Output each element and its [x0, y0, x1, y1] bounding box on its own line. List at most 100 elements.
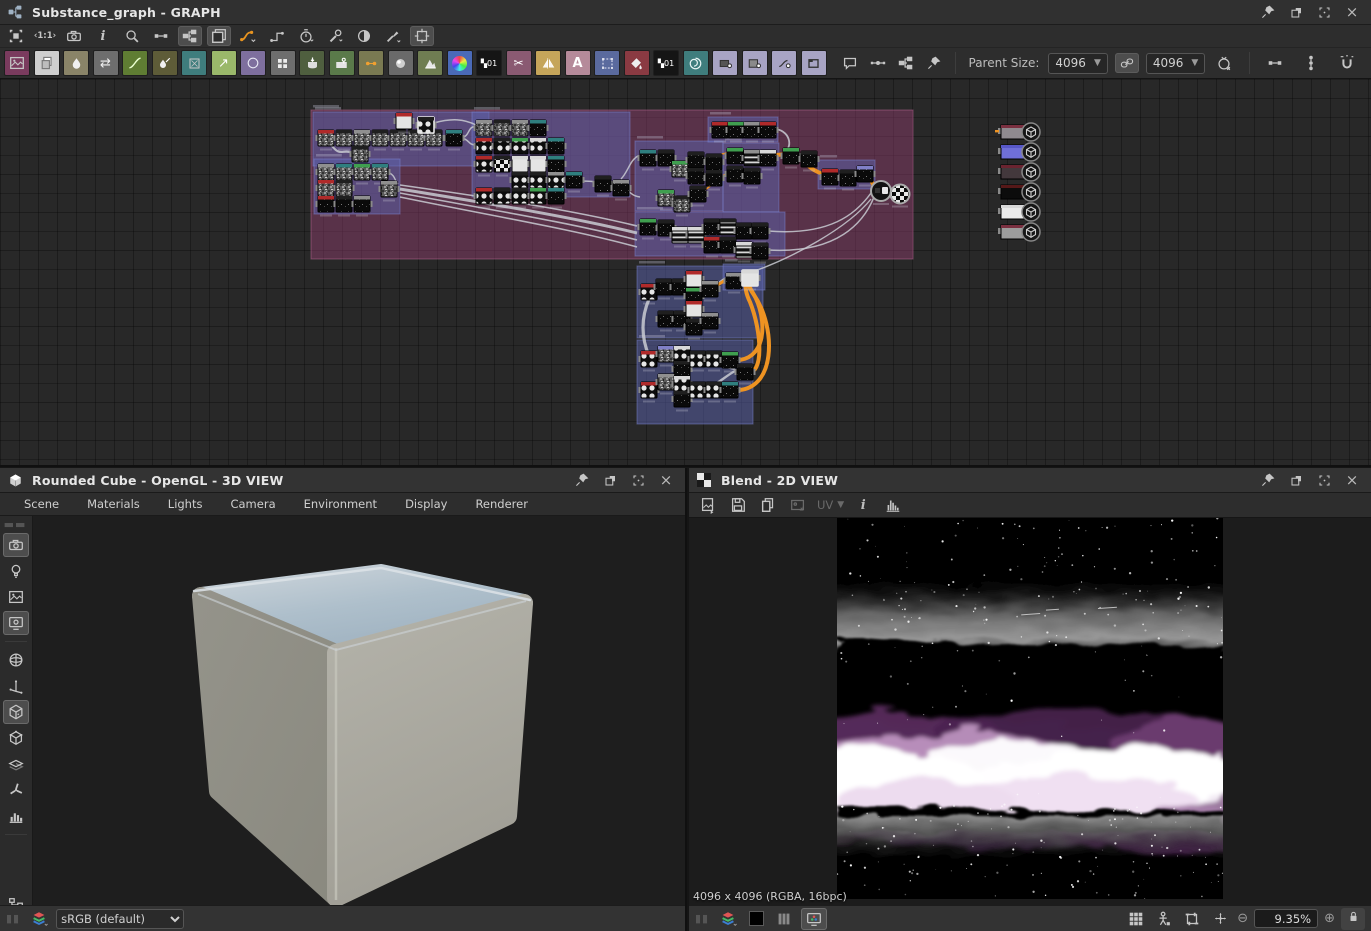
- geometry-axis-icon[interactable]: [3, 674, 29, 698]
- environment-tool-icon[interactable]: [3, 585, 29, 609]
- geometry-cube-icon[interactable]: [3, 726, 29, 750]
- geometry-plane-icon[interactable]: [3, 752, 29, 776]
- grid-snap-icon[interactable]: [410, 26, 434, 46]
- float-window-icon[interactable]: [1287, 471, 1305, 489]
- graph-node[interactable]: [750, 243, 771, 264]
- tiling-mode-icon[interactable]: [1125, 908, 1147, 930]
- display-rgb-icon[interactable]: [801, 908, 827, 930]
- geometry-sphere-icon[interactable]: [3, 648, 29, 672]
- reset-size-icon[interactable]: [1212, 53, 1236, 73]
- node-blur-icon[interactable]: [63, 50, 89, 76]
- node-dot-icon[interactable]: [358, 50, 384, 76]
- view2d-viewport[interactable]: 4096 x 4096 (RGBA, 16bpc): [689, 518, 1371, 905]
- actual-size-icon[interactable]: ‹1:1›: [33, 26, 57, 46]
- node-info-icon[interactable]: i: [91, 26, 115, 46]
- node-swirl-icon[interactable]: [683, 50, 709, 76]
- pan-view-icon[interactable]: [1209, 908, 1231, 930]
- save-image-icon[interactable]: [727, 494, 749, 516]
- histogram-icon[interactable]: [882, 494, 904, 516]
- physical-size-icon[interactable]: [1153, 908, 1175, 930]
- zoom-level-input[interactable]: [1254, 909, 1318, 928]
- node-spline-icon[interactable]: ✂: [506, 50, 532, 76]
- geometry-stats-icon[interactable]: [3, 804, 29, 828]
- light-tool-icon[interactable]: [3, 559, 29, 583]
- camera-tool-icon[interactable]: [3, 533, 29, 557]
- close-icon[interactable]: ×: [1343, 471, 1361, 489]
- node-transform-icon[interactable]: [181, 50, 207, 76]
- search-icon[interactable]: [120, 26, 144, 46]
- node-hsl-icon[interactable]: [447, 50, 473, 76]
- node-sphere-icon[interactable]: [388, 50, 414, 76]
- geometry-rounded-cube-icon[interactable]: [3, 700, 29, 724]
- channels-layers-icon[interactable]: [717, 908, 739, 930]
- colorspace-layers-icon[interactable]: [28, 908, 50, 930]
- fit-view-icon[interactable]: [1181, 908, 1203, 930]
- tools-icon[interactable]: [323, 26, 347, 46]
- zoom-lock-button[interactable]: [1341, 908, 1365, 930]
- info-icon[interactable]: i: [852, 494, 874, 516]
- node-curve-icon[interactable]: [122, 50, 148, 76]
- node-bitmap-icon[interactable]: [4, 50, 30, 76]
- menu-camera[interactable]: Camera: [216, 493, 289, 515]
- screenshot-icon[interactable]: [62, 26, 86, 46]
- timings-icon[interactable]: [294, 26, 318, 46]
- node-shape-icon[interactable]: [240, 50, 266, 76]
- node-flood-fill-icon[interactable]: [624, 50, 650, 76]
- elbow-connection-icon[interactable]: [265, 26, 289, 46]
- pin-icon[interactable]: [573, 471, 591, 489]
- node-tile-icon[interactable]: [270, 50, 296, 76]
- comment-icon[interactable]: [838, 51, 862, 75]
- parent-height-dropdown[interactable]: 4096▼: [1146, 53, 1205, 74]
- node-color-picker-icon[interactable]: [742, 50, 768, 76]
- statusbar-grip[interactable]: ▮▮: [6, 912, 20, 925]
- graph-output-row[interactable]: [998, 163, 1040, 181]
- menu-materials[interactable]: Materials: [73, 493, 154, 515]
- node-directional-blur-icon[interactable]: [152, 50, 178, 76]
- close-icon[interactable]: ×: [657, 471, 675, 489]
- node-text-icon[interactable]: A: [565, 50, 591, 76]
- menu-display[interactable]: Display: [391, 493, 461, 515]
- menu-lights[interactable]: Lights: [154, 493, 217, 515]
- geometry-fan-icon[interactable]: [3, 778, 29, 802]
- link-size-icon[interactable]: [1115, 53, 1139, 73]
- graph-view-icon[interactable]: [178, 26, 202, 46]
- menu-scene[interactable]: Scene: [10, 493, 73, 515]
- menu-environment[interactable]: Environment: [290, 493, 391, 515]
- pin-node-icon[interactable]: [922, 51, 946, 75]
- colorspace-select[interactable]: sRGB (default): [56, 909, 184, 929]
- layers-icon[interactable]: [207, 26, 231, 46]
- graph-output-row[interactable]: [995, 123, 1040, 141]
- node-graph-canvas[interactable]: [0, 79, 1371, 467]
- link-creation-icon[interactable]: [149, 26, 173, 46]
- background-color-swatch[interactable]: [745, 908, 767, 930]
- pin-icon[interactable]: [1259, 471, 1277, 489]
- snap-magnet-icon[interactable]: [1335, 51, 1359, 75]
- node-gradient-icon[interactable]: [329, 50, 355, 76]
- display-settings-icon[interactable]: [3, 611, 29, 635]
- node-curve-picker-icon[interactable]: [771, 50, 797, 76]
- node-selection-icon[interactable]: [594, 50, 620, 76]
- frame-selection-icon[interactable]: [4, 26, 28, 46]
- duplicate-image-icon[interactable]: [697, 494, 719, 516]
- toolstrip-grip[interactable]: ▬▬: [4, 518, 27, 531]
- connection-style-icon[interactable]: [236, 26, 260, 46]
- align-vertical-icon[interactable]: [1299, 51, 1323, 75]
- node-mirror-icon[interactable]: [535, 50, 561, 76]
- float-window-icon[interactable]: [601, 471, 619, 489]
- thumbnail-mode-icon[interactable]: [352, 26, 376, 46]
- graph-output-row[interactable]: [998, 143, 1040, 161]
- channel-columns-icon[interactable]: [773, 908, 795, 930]
- graph-output-row[interactable]: [998, 203, 1040, 221]
- statusbar-grip[interactable]: ▮▮: [695, 912, 709, 925]
- node-channel-shuffle-icon[interactable]: ⇄: [93, 50, 119, 76]
- node-histogram-icon[interactable]: [417, 50, 443, 76]
- node-bitdepth-icon[interactable]: ▚01: [653, 50, 679, 76]
- graph-output-row[interactable]: [998, 183, 1040, 201]
- graph-output-row[interactable]: [998, 223, 1040, 241]
- node-frame-icon[interactable]: [801, 50, 827, 76]
- node-dither-icon[interactable]: ▚01: [476, 50, 502, 76]
- export-image-icon[interactable]: [787, 494, 809, 516]
- node-height-extrude-icon[interactable]: [299, 50, 325, 76]
- maximize-icon[interactable]: [629, 471, 647, 489]
- pin-icon[interactable]: [1259, 3, 1277, 21]
